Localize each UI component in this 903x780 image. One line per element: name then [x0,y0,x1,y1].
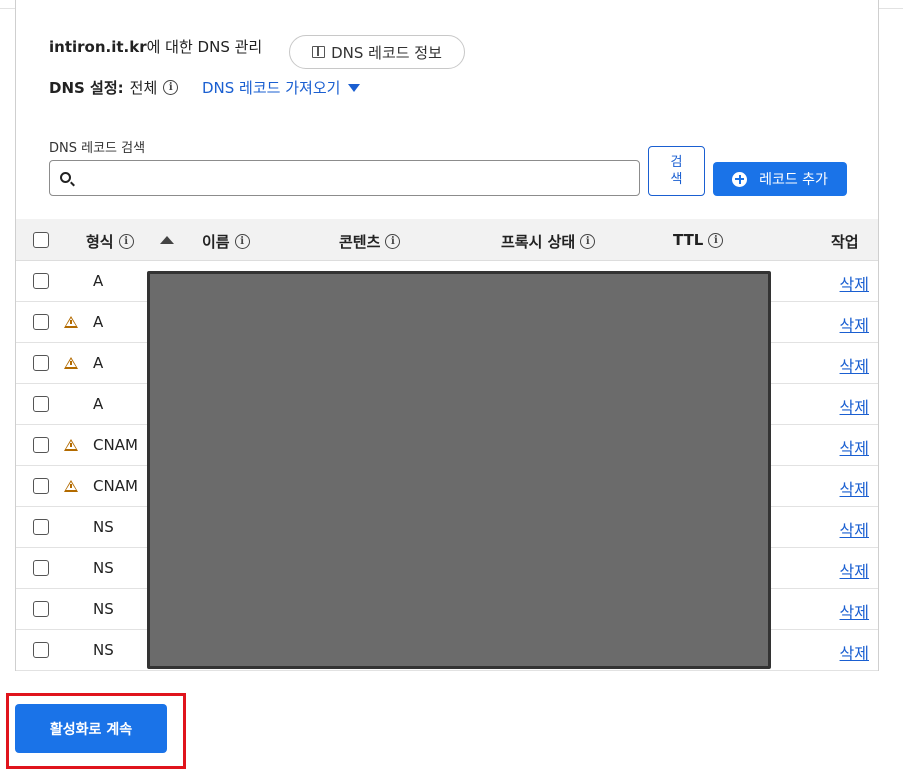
continue-activation-button[interactable]: 활성화로 계속 [15,704,167,753]
plus-circle-icon [732,171,748,187]
column-name-label: 이름 [202,233,230,251]
column-content[interactable]: 콘텐츠 i [339,231,401,252]
record-type: NS [93,559,114,577]
redacted-area [147,271,771,669]
record-type: CNAM [93,477,138,495]
delete-link[interactable]: 삭제 [840,517,869,541]
title-suffix: 에 대한 DNS 관리 [146,38,263,56]
record-type: NS [93,641,114,659]
row-checkbox[interactable] [33,642,49,658]
delete-link[interactable]: 삭제 [840,435,869,459]
warning-icon [64,439,78,451]
row-checkbox[interactable] [33,437,49,453]
book-icon [312,46,326,58]
search-button[interactable]: 검 색 [648,146,705,196]
row-checkbox[interactable] [33,601,49,617]
record-type: A [93,272,104,290]
record-type: A [93,354,104,372]
dns-settings-label: DNS 설정: [49,79,124,97]
warning-icon [64,316,78,328]
info-circle-icon[interactable]: i [708,232,724,248]
delete-link[interactable]: 삭제 [840,312,869,336]
import-dns-records-link[interactable]: DNS 레코드 가져오기 [202,77,361,98]
info-circle-icon[interactable]: i [234,234,250,249]
column-proxy[interactable]: 프록시 상태 i [501,231,596,252]
record-type: NS [93,600,114,618]
delete-link[interactable]: 삭제 [840,640,869,664]
search-icon [60,172,71,183]
add-record-button[interactable]: 레코드 추가 [713,162,847,196]
add-record-label: 레코드 추가 [759,172,828,188]
search-button-line1: 검 [670,155,683,170]
info-circle-icon[interactable]: i [163,80,179,95]
delete-link[interactable]: 삭제 [840,394,869,418]
table-header: 형식 i 이름 i 콘텐츠 i 프록시 상태 i TTL i 작업 [16,219,878,261]
info-circle-icon[interactable]: i [580,234,596,249]
row-checkbox[interactable] [33,314,49,330]
record-type: CNAM [93,436,138,454]
record-type: A [93,395,104,413]
record-type: A [93,313,104,331]
domain-name: intiron.it.kr [49,38,147,56]
info-button-label: DNS 레코드 정보 [331,43,442,62]
select-all-checkbox[interactable] [33,232,49,248]
import-link-label: DNS 레코드 가져오기 [202,79,341,97]
sort-up-icon[interactable] [160,236,174,244]
dns-card: intiron.it.kr에 대한 DNS 관리 DNS 레코드 정보 DNS … [15,0,879,671]
delete-link[interactable]: 삭제 [840,599,869,623]
dns-settings: DNS 설정: 전체 i [49,77,179,98]
caret-down-icon [348,83,361,92]
column-actions-label: 작업 [831,233,859,251]
search-label: DNS 레코드 검색 [49,141,146,156]
row-checkbox[interactable] [33,519,49,535]
column-actions: 작업 [831,231,859,252]
search-input[interactable] [49,160,640,196]
row-checkbox[interactable] [33,396,49,412]
info-circle-icon[interactable]: i [385,234,401,249]
delete-link[interactable]: 삭제 [840,476,869,500]
row-checkbox[interactable] [33,273,49,289]
column-ttl-label: TTL [673,231,704,249]
column-proxy-label: 프록시 상태 [501,233,576,251]
record-type: NS [93,518,114,536]
dns-settings-value: 전체 [129,79,158,97]
dns-record-info-button[interactable]: DNS 레코드 정보 [289,35,465,69]
column-type[interactable]: 형식 i [86,231,134,252]
page-title: intiron.it.kr에 대한 DNS 관리 [49,36,262,57]
row-checkbox[interactable] [33,355,49,371]
row-checkbox[interactable] [33,478,49,494]
search-button-line2: 색 [670,172,683,187]
warning-icon [64,357,78,369]
column-content-label: 콘텐츠 [339,233,381,251]
row-checkbox[interactable] [33,560,49,576]
delete-link[interactable]: 삭제 [840,558,869,582]
delete-link[interactable]: 삭제 [840,353,869,377]
info-circle-icon[interactable]: i [118,234,134,249]
dns-management-page: intiron.it.kr에 대한 DNS 관리 DNS 레코드 정보 DNS … [0,0,903,780]
column-ttl[interactable]: TTL i [673,231,724,249]
warning-icon [64,480,78,492]
column-name[interactable]: 이름 i [202,231,250,252]
column-type-label: 형식 [86,233,114,251]
delete-link[interactable]: 삭제 [840,271,869,295]
